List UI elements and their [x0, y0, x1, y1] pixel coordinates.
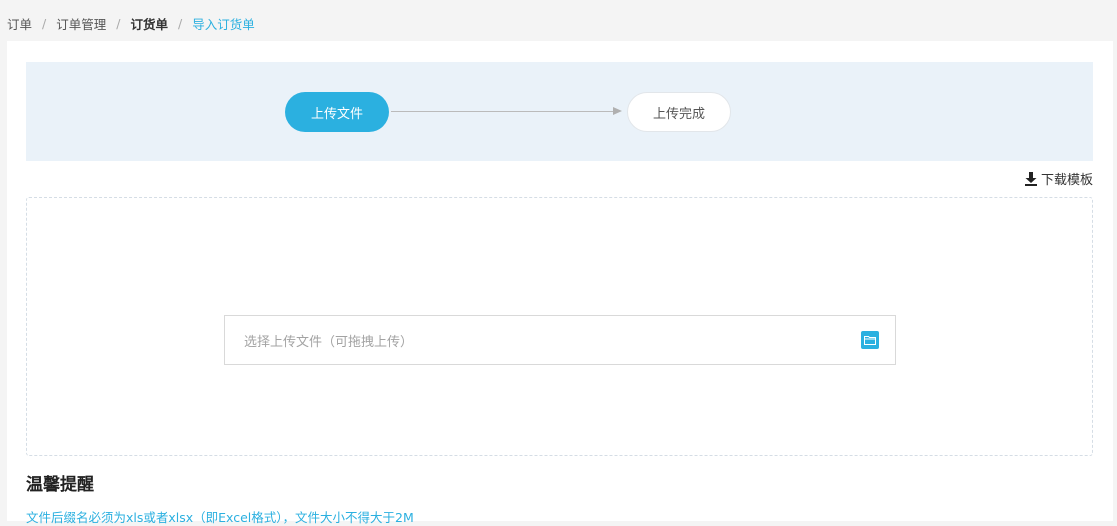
- download-template-label: 下载模板: [1040, 173, 1093, 188]
- breadcrumb-item-purchase-order[interactable]: 订货单: [130, 14, 168, 33]
- step-upload-complete: 上传完成: [627, 92, 731, 132]
- file-select-placeholder: 选择上传文件（可拖拽上传）: [244, 334, 414, 350]
- folder-icon: [864, 336, 876, 345]
- main-panel: 上传文件 上传完成 下载模板 选择上传文件（可拖拽上传） 温馨提醒 文件后缀名必…: [7, 41, 1113, 525]
- folder-button[interactable]: [861, 331, 879, 349]
- step-arrow-icon: [613, 107, 622, 115]
- step-upload-file: 上传文件: [285, 92, 389, 132]
- download-template-link[interactable]: 下载模板: [1024, 169, 1093, 188]
- breadcrumb-separator: /: [177, 15, 183, 31]
- download-icon: [1024, 171, 1037, 186]
- tips-text: 文件后缀名必须为xls或者xlsx（即Excel格式），文件大小不得大于2M: [26, 510, 414, 525]
- progress-steps: 上传文件 上传完成: [26, 62, 1093, 161]
- file-select-input[interactable]: 选择上传文件（可拖拽上传）: [224, 315, 896, 365]
- breadcrumb-separator: /: [116, 15, 121, 31]
- breadcrumb-item-order-management[interactable]: 订单管理: [56, 14, 106, 33]
- step-connector-line: [391, 111, 615, 112]
- breadcrumb-item-import-purchase-order: 导入订货单: [192, 16, 255, 32]
- breadcrumb-separator: /: [42, 15, 47, 31]
- file-dropzone[interactable]: 选择上传文件（可拖拽上传）: [26, 197, 1093, 456]
- tips-title: 温馨提醒: [26, 475, 94, 495]
- breadcrumb-item-order[interactable]: 订单: [7, 14, 32, 33]
- breadcrumb: 订单 / 订单管理 / 订货单 / 导入订货单: [7, 14, 255, 32]
